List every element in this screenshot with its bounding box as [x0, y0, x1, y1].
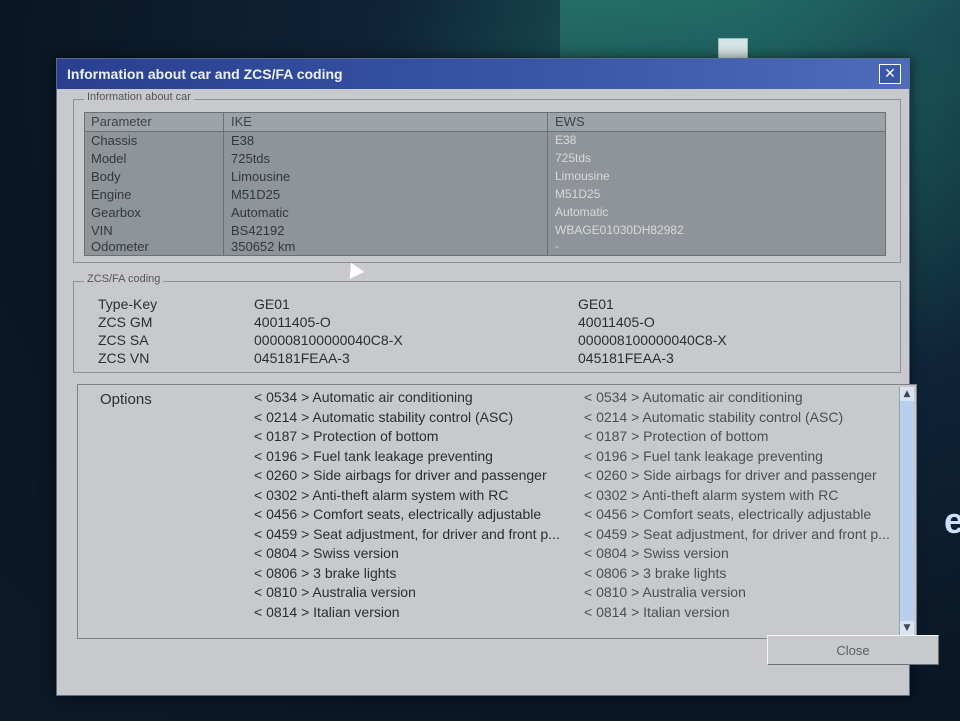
desktop-shortcut-icon[interactable] [718, 38, 748, 60]
ews-value: Limousine [555, 169, 610, 183]
list-item[interactable]: < 0187 > Protection of bottom [254, 428, 560, 448]
param-name: Odometer [91, 239, 149, 254]
list-item[interactable]: < 0534 > Automatic air conditioning [584, 389, 890, 409]
list-item[interactable]: < 0187 > Protection of bottom [584, 428, 890, 448]
close-button[interactable]: Close [767, 635, 939, 665]
ike-value: E38 [231, 133, 255, 148]
list-item[interactable]: < 0810 > Australia version [584, 584, 890, 604]
zcs-group: ZCS/FA coding Type-Key GE01 GE01 ZCS GM … [73, 273, 901, 373]
zcs-param: ZCS SA [98, 332, 149, 348]
param-name: Model [91, 151, 127, 166]
zcs-param: ZCS VN [98, 350, 150, 366]
ike-value: Automatic [231, 205, 289, 220]
list-item[interactable]: < 0260 > Side airbags for driver and pas… [254, 467, 560, 487]
zcs-ews-value: GE01 [578, 296, 614, 312]
ews-value: E38 [555, 133, 577, 147]
list-item[interactable]: < 0814 > Italian version [254, 604, 560, 624]
options-label: Options [100, 391, 152, 408]
table-row: Engine M51D25 M51D25 [85, 187, 885, 205]
desktop-side-text: e [944, 500, 960, 541]
list-item[interactable]: < 0804 > Swiss version [584, 545, 890, 565]
scroll-down-arrow-icon[interactable]: ▼ [900, 621, 914, 635]
ike-value: Limousine [231, 169, 291, 184]
col-ews[interactable]: EWS [555, 114, 585, 129]
ike-value: 350652 km [231, 239, 296, 254]
ews-options-column: < 0534 > Automatic air conditioning < 02… [584, 389, 890, 623]
close-window-button[interactable]: ✕ [879, 64, 901, 84]
list-item[interactable]: < 0214 > Automatic stability control (AS… [584, 409, 890, 429]
ike-value: BS42192 [231, 223, 285, 238]
titlebar: Information about car and ZCS/FA coding … [57, 59, 909, 89]
scroll-up-arrow-icon[interactable]: ▲ [900, 387, 914, 401]
ews-value: M51D25 [555, 187, 601, 201]
window-title: Information about car and ZCS/FA coding [67, 66, 343, 82]
param-name: Engine [91, 187, 132, 202]
options-listbox[interactable]: Options < 0534 > Automatic air condition… [77, 384, 917, 639]
zcs-param: Type-Key [98, 296, 158, 312]
table-row: Model 725tds 725tds [85, 151, 885, 169]
param-name: VIN [91, 223, 113, 238]
param-name: Gearbox [91, 205, 141, 220]
list-item[interactable]: < 0806 > 3 brake lights [254, 565, 560, 585]
ike-value: 725tds [231, 151, 271, 166]
list-item[interactable]: < 0302 > Anti-theft alarm system with RC [254, 487, 560, 507]
list-item[interactable]: < 0804 > Swiss version [254, 545, 560, 565]
info-group: Information about car Parameter IKE EWS … [73, 91, 901, 263]
table-row: Odometer 350652 km - [85, 239, 885, 257]
ews-value: Automatic [555, 205, 609, 219]
ike-value: M51D25 [231, 187, 281, 202]
list-item[interactable]: < 0214 > Automatic stability control (AS… [254, 409, 560, 429]
zcs-group-label: ZCS/FA coding [84, 273, 164, 285]
table-row: Chassis E38 E38 [85, 133, 885, 151]
list-item[interactable]: < 0456 > Comfort seats, electrically adj… [584, 506, 890, 526]
options-scrollbar[interactable]: ▲ ▼ [899, 387, 914, 635]
zcs-param: ZCS GM [98, 314, 153, 330]
info-dialog: Information about car and ZCS/FA coding … [56, 58, 939, 696]
list-item[interactable]: < 0814 > Italian version [584, 604, 890, 624]
zcs-ews-value: 000008100000040C8-X [578, 332, 727, 348]
zcs-ike-value: GE01 [254, 296, 290, 312]
param-name: Chassis [91, 133, 138, 148]
list-item[interactable]: < 0302 > Anti-theft alarm system with RC [584, 487, 890, 507]
table-row: Body Limousine Limousine [85, 169, 885, 187]
col-parameter[interactable]: Parameter [91, 114, 152, 129]
list-item[interactable]: < 0196 > Fuel tank leakage preventing [584, 448, 890, 468]
list-item[interactable]: < 0459 > Seat adjustment, for driver and… [584, 526, 890, 546]
zcs-ews-value: 045181FEAA-3 [578, 350, 674, 366]
info-table-header: Parameter IKE EWS [85, 113, 885, 132]
list-item[interactable]: < 0806 > 3 brake lights [584, 565, 890, 585]
list-item[interactable]: < 0196 > Fuel tank leakage preventing [254, 448, 560, 468]
list-item[interactable]: < 0456 > Comfort seats, electrically adj… [254, 506, 560, 526]
list-item[interactable]: < 0534 > Automatic air conditioning [254, 389, 560, 409]
zcs-ike-value: 000008100000040C8-X [254, 332, 403, 348]
ews-value: 725tds [555, 151, 592, 165]
col-ike[interactable]: IKE [231, 114, 252, 129]
info-table: Parameter IKE EWS Chassis E38 E38 Model 725… [84, 112, 886, 256]
ews-value: - [555, 239, 559, 253]
table-row: Gearbox Automatic Automatic [85, 205, 885, 223]
ike-options-column: < 0534 > Automatic air conditioning < 02… [254, 389, 560, 623]
info-group-label: Information about car [84, 91, 194, 103]
zcs-ike-value: 045181FEAA-3 [254, 350, 350, 366]
zcs-ews-value: 40011405-O [578, 314, 655, 330]
list-item[interactable]: < 0260 > Side airbags for driver and pas… [584, 467, 890, 487]
list-item[interactable]: < 0810 > Australia version [254, 584, 560, 604]
ews-value: WBAGE01030DH82982 [555, 223, 684, 237]
param-name: Body [91, 169, 121, 184]
list-item[interactable]: < 0459 > Seat adjustment, for driver and… [254, 526, 560, 546]
zcs-ike-value: 40011405-O [254, 314, 331, 330]
